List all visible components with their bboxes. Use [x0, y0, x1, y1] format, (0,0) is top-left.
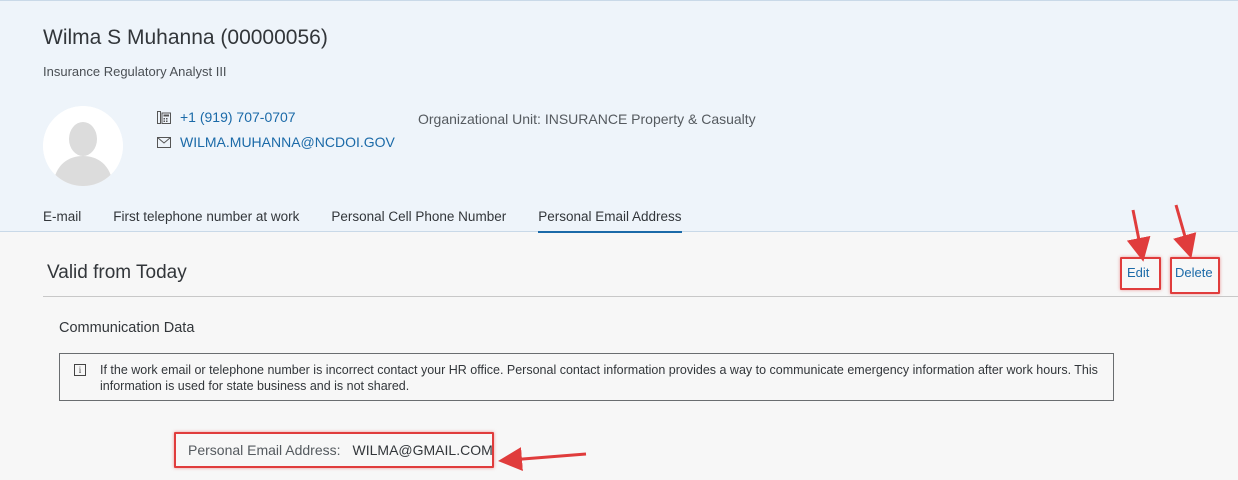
tab-email[interactable]: E-mail — [43, 209, 81, 233]
email-link[interactable]: WILMA.MUHANNA@NCDOI.GOV — [180, 134, 395, 150]
phone-icon — [156, 110, 171, 124]
org-unit: Organizational Unit: INSURANCE Property … — [418, 111, 756, 127]
section-divider — [43, 296, 1238, 297]
info-message-text: If the work email or telephone number is… — [100, 363, 1098, 393]
communication-data-title: Communication Data — [59, 320, 195, 336]
field-highlight-box — [174, 432, 494, 468]
delete-highlight-box — [1170, 257, 1220, 294]
tab-bar: E-mail First telephone number at work Pe… — [43, 209, 714, 233]
edit-highlight-box — [1120, 257, 1161, 290]
person-placeholder-icon — [43, 106, 123, 186]
phone-row: +1 (919) 707-0707 — [156, 109, 296, 125]
info-icon: i — [74, 364, 86, 376]
tab-first-telephone-at-work[interactable]: First telephone number at work — [113, 209, 299, 233]
envelope-icon — [156, 135, 171, 149]
tab-personal-cell-phone[interactable]: Personal Cell Phone Number — [331, 209, 506, 233]
info-message-strip: i If the work email or telephone number … — [59, 353, 1114, 401]
field-arrow — [498, 447, 587, 472]
employee-name: Wilma S Muhanna (00000056) — [43, 26, 328, 49]
avatar — [43, 106, 123, 186]
employee-header: Wilma S Muhanna (00000056) Insurance Reg… — [0, 0, 1238, 233]
section-title: Valid from Today — [47, 262, 187, 283]
employee-job-title: Insurance Regulatory Analyst III — [43, 64, 227, 79]
phone-link[interactable]: +1 (919) 707-0707 — [180, 109, 296, 125]
tab-personal-email-address[interactable]: Personal Email Address — [538, 209, 682, 233]
email-row: WILMA.MUHANNA@NCDOI.GOV — [156, 134, 395, 150]
